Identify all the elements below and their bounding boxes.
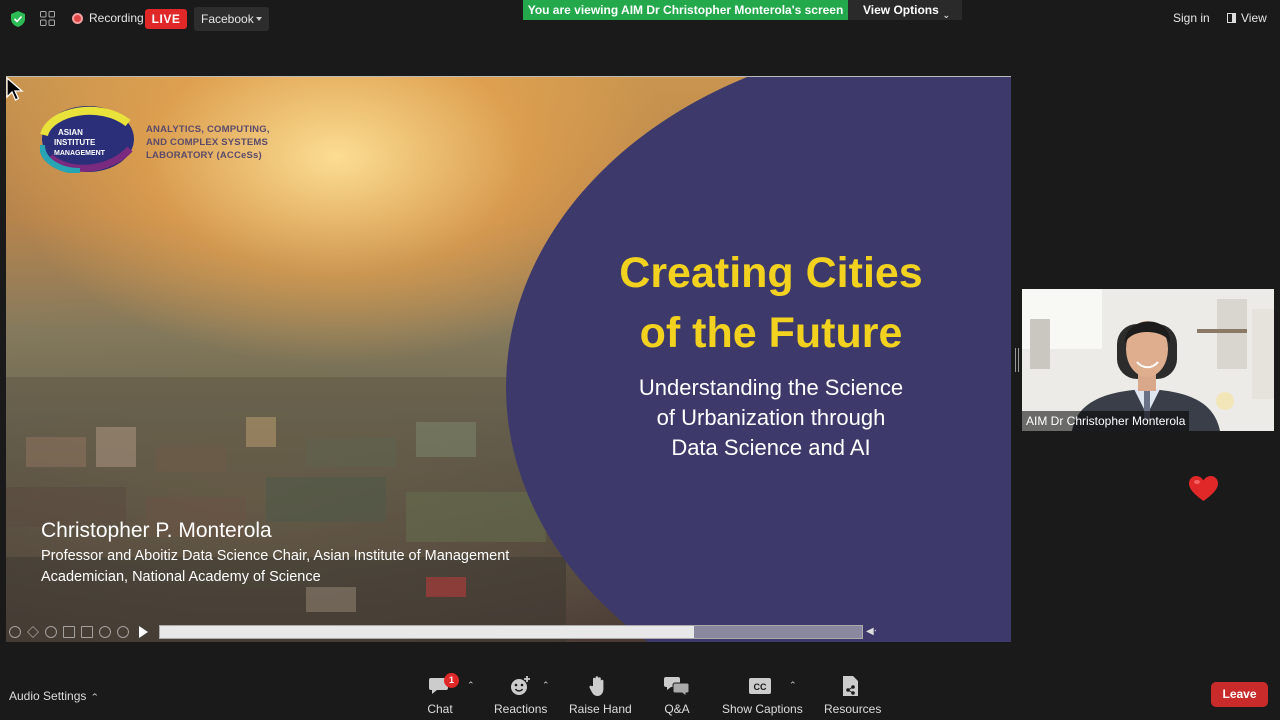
lab-name-line: LABORATORY (ACCeSs)	[146, 150, 262, 161]
play-icon[interactable]	[139, 626, 148, 638]
qa-label: Q&A	[664, 702, 690, 716]
zoom-icon[interactable]	[45, 626, 57, 638]
caret-down-icon	[256, 17, 262, 21]
svg-text:ASIAN: ASIAN	[58, 128, 83, 137]
caret-up-icon[interactable]: ⌃	[467, 680, 475, 691]
stream-platform-label: Facebook	[201, 12, 254, 26]
hand-icon	[589, 676, 604, 696]
reactions-button[interactable]: Reactions	[494, 674, 548, 716]
show-captions-button[interactable]: CC Show Captions	[722, 674, 803, 716]
captions-icon: CC	[748, 678, 771, 694]
view-options-label: View Options	[863, 3, 939, 17]
captions-icon[interactable]	[63, 626, 75, 638]
audio-settings-button[interactable]: Audio Settings ⌃	[9, 689, 100, 703]
presenter-name: Christopher P. Monterola	[41, 519, 272, 542]
caret-up-icon[interactable]: ⌃	[789, 680, 797, 691]
playback-progress-bar[interactable]	[159, 625, 863, 639]
mouse-cursor-icon	[6, 77, 24, 101]
previous-icon[interactable]	[9, 626, 21, 638]
next-icon[interactable]	[117, 626, 129, 638]
viewing-screen-banner: You are viewing AIM Dr Christopher Monte…	[523, 0, 848, 20]
recording-label: Recording	[89, 11, 144, 25]
reaction-icon	[510, 676, 530, 695]
resources-button[interactable]: Resources	[824, 674, 882, 716]
more-options-icon[interactable]	[99, 626, 111, 638]
slide-subtitle-line: Understanding the Science	[638, 375, 904, 400]
raise-hand-button[interactable]: Raise Hand	[569, 674, 632, 716]
slide-title: Creating Cities of the Future	[566, 243, 976, 363]
presenter-role-line: Professor and Aboitiz Data Science Chair…	[41, 548, 510, 564]
lab-name: ANALYTICS, COMPUTING, AND COMPLEX SYSTEM…	[146, 123, 316, 162]
chat-unread-badge: 1	[444, 673, 459, 688]
sign-in-link[interactable]: Sign in	[1173, 11, 1210, 25]
pen-icon[interactable]	[27, 626, 39, 638]
heart-icon	[1189, 476, 1218, 501]
participant-name: AIM Dr Christopher Monterola	[1022, 411, 1190, 431]
presenter-role-line: Academician, National Academy of Science	[41, 569, 321, 585]
resources-icon	[842, 676, 858, 696]
caret-up-icon[interactable]: ⌃	[91, 692, 100, 703]
recording-icon	[72, 13, 83, 24]
show-captions-label: Show Captions	[722, 702, 803, 716]
participant-video	[1022, 289, 1274, 431]
raise-hand-label: Raise Hand	[569, 702, 632, 716]
svg-text:INSTITUTE: INSTITUTE	[54, 138, 96, 147]
grid-icon[interactable]	[40, 11, 55, 26]
lab-name-line: ANALYTICS, COMPUTING,	[146, 124, 270, 135]
cityscape-image	[6, 377, 566, 642]
chat-label: Chat	[427, 702, 453, 716]
slide-subtitle-line: Data Science and AI	[671, 435, 871, 460]
media-controls: ◀⋅	[6, 621, 1011, 642]
svg-text:CC: CC	[753, 682, 766, 692]
panel-resize-handle[interactable]	[1015, 348, 1019, 372]
layout-icon	[1227, 13, 1236, 23]
playback-progress-fill	[160, 626, 694, 638]
shared-screen: ASIAN INSTITUTE MANAGEMENT ANALYTICS, CO…	[6, 76, 1011, 642]
view-label: View	[1241, 11, 1267, 25]
volume-icon[interactable]: ◀⋅	[866, 626, 877, 637]
qa-button[interactable]: Q&A	[662, 674, 692, 716]
svg-text:MANAGEMENT: MANAGEMENT	[54, 150, 106, 157]
presenter-roles: Professor and Aboitiz Data Science Chair…	[41, 546, 509, 588]
leave-button[interactable]: Leave	[1211, 682, 1268, 707]
view-button[interactable]: View	[1227, 11, 1267, 25]
top-bar: Recording LIVE Facebook You are viewing …	[0, 0, 1280, 38]
meeting-toolbar: Audio Settings ⌃ Chat ⌃ Reactions ⌃ Raise…	[0, 664, 1280, 720]
audio-settings-label: Audio Settings	[9, 689, 87, 703]
slide-subtitle: Understanding the Science of Urbanizatio…	[566, 373, 976, 463]
view-options-button[interactable]: View Options ⌄	[848, 0, 962, 20]
slide-subtitle-line: of Urbanization through	[656, 405, 886, 430]
participant-video-tile[interactable]: AIM Dr Christopher Monterola	[1022, 289, 1274, 431]
grid-view-icon[interactable]	[81, 626, 93, 638]
resources-label: Resources	[824, 702, 882, 716]
reactions-label: Reactions	[494, 702, 548, 716]
stream-platform-dropdown[interactable]: Facebook	[194, 7, 269, 31]
chevron-down-icon: ⌄	[942, 10, 950, 20]
live-badge[interactable]: LIVE	[145, 9, 187, 29]
slide-title-line: of the Future	[639, 309, 903, 357]
qa-icon	[664, 677, 690, 697]
shield-icon[interactable]	[11, 11, 25, 27]
caret-up-icon[interactable]: ⌃	[542, 680, 550, 691]
lab-name-line: AND COMPLEX SYSTEMS	[146, 137, 269, 148]
slide-title-line: Creating Cities	[619, 249, 923, 297]
aim-logo: ASIAN INSTITUTE MANAGEMENT	[40, 106, 134, 173]
